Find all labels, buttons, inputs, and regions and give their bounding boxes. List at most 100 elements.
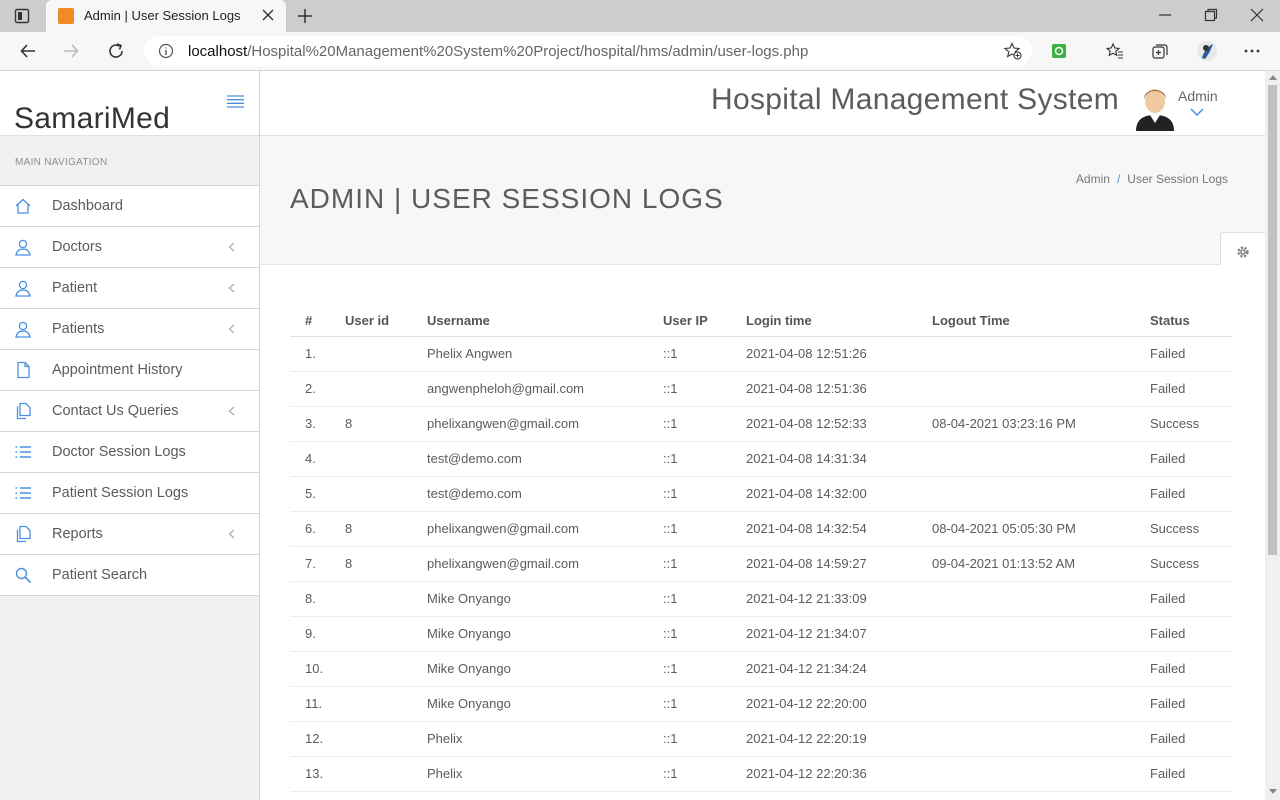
sidebar-item-label: Reports [52,526,103,542]
window-close-icon[interactable] [1249,7,1265,23]
minimize-icon[interactable] [1157,7,1173,23]
sidebar: SamariMed MAIN NAVIGATION Dashboard Docto… [0,71,260,800]
user-ip-cell: ::1 [663,511,746,547]
status-cell: Failed [1150,756,1232,792]
logout-time-cell [932,581,1150,617]
username-cell: test@demo.com [427,476,663,512]
extension-icon[interactable] [1050,42,1068,60]
column-header: User IP [663,306,746,337]
sidebar-item-dashboard[interactable]: Dashboard [0,186,259,227]
app-viewport: SamariMed MAIN NAVIGATION Dashboard Docto… [0,71,1265,800]
username-cell: Phelix [427,721,663,757]
sidebar-item-label: Dashboard [52,198,123,214]
address-bar[interactable]: localhost/Hospital%20Management%20System… [144,36,1032,66]
column-header: Status [1150,306,1232,337]
user-id-cell: 8 [345,406,427,442]
files-icon [16,402,31,420]
user-ip-cell: ::1 [663,756,746,792]
row-number-cell: 1. [290,336,345,372]
user-id-cell [345,371,427,407]
admin-user-label[interactable]: Admin [1178,88,1218,104]
search-icon [15,567,32,584]
user-id-cell [345,441,427,477]
user-id-cell [345,616,427,652]
browser-toolbar: localhost/Hospital%20Management%20System… [0,32,1280,71]
favorites-icon[interactable] [1106,42,1124,60]
system-title: Hospital Management System [711,83,1119,116]
username-cell: Mike Onyango [427,651,663,687]
user-ip-cell: ::1 [663,441,746,477]
tab-title: Admin | User Session Logs [84,8,241,23]
sidebar-item-doctors[interactable]: Doctors [0,227,259,268]
refresh-icon[interactable] [107,42,125,60]
tab-actions-icon[interactable] [14,8,30,24]
login-time-cell: 2021-04-08 14:32:54 [746,511,932,547]
forward-arrow-icon[interactable] [62,42,80,60]
back-arrow-icon[interactable] [19,42,37,60]
menu-toggle-icon[interactable] [227,95,244,108]
more-options-icon[interactable] [1243,42,1261,60]
scrollbar-thumb[interactable] [1268,85,1277,555]
sidebar-item-patient-session-logs[interactable]: Patient Session Logs [0,473,259,514]
url-text[interactable]: localhost/Hospital%20Management%20System… [188,43,808,60]
logout-time-cell [932,616,1150,652]
scroll-down-arrow-icon[interactable] [1269,789,1277,794]
sidebar-item-patients[interactable]: Patients [0,309,259,350]
sidebar-item-patient[interactable]: Patient [0,268,259,309]
sidebar-item-contact-us-queries[interactable]: Contact Us Queries [0,391,259,432]
login-time-cell: 2021-04-08 12:51:26 [746,336,932,372]
new-tab-icon[interactable] [296,7,314,25]
column-header: User id [345,306,427,337]
user-ip-cell: ::1 [663,616,746,652]
scroll-up-arrow-icon[interactable] [1269,75,1277,80]
profile-avatar-icon[interactable] [1196,40,1218,62]
browser-tab-strip: Admin | User Session Logs [0,0,1280,32]
user-avatar-icon[interactable] [1134,81,1176,131]
row-number-cell: 12. [290,721,345,757]
sidebar-item-label: Patients [52,321,105,337]
chevron-down-icon[interactable] [1190,108,1204,116]
breadcrumb-admin[interactable]: Admin [1076,172,1110,186]
user-ip-cell: ::1 [663,546,746,582]
user-id-cell [345,651,427,687]
sidebar-item-patient-search[interactable]: Patient Search [0,555,259,596]
sidebar-item-label: Doctors [52,239,102,255]
user-ip-cell: ::1 [663,581,746,617]
logout-time-cell [932,441,1150,477]
row-number-cell: 9. [290,616,345,652]
page-header: ADMIN | USER SESSION LOGS Admin / User Ses… [260,136,1265,272]
sidebar-item-appointment-history[interactable]: Appointment History [0,350,259,391]
add-favorite-icon[interactable] [1004,42,1022,60]
sidebar-item-reports[interactable]: Reports [0,514,259,555]
browser-tab-active[interactable]: Admin | User Session Logs [46,0,286,32]
brand-logo-text[interactable]: SamariMed [14,102,170,136]
user-id-cell: 8 [345,511,427,547]
info-icon[interactable] [158,43,174,59]
status-cell: Failed [1150,616,1232,652]
home-icon [15,198,31,214]
top-header: Hospital Management System Admin [260,71,1265,136]
login-time-cell: 2021-04-08 14:31:34 [746,441,932,477]
logout-time-cell: 09-04-2021 01:13:52 AM [932,546,1150,582]
column-header: Username [427,306,663,337]
close-icon[interactable] [260,7,276,23]
login-time-cell: 2021-04-12 21:34:24 [746,651,932,687]
row-number-cell: 7. [290,546,345,582]
collections-icon[interactable] [1151,42,1169,60]
table-row: 4. test@demo.com::1 2021-04-08 14:31:34 Fai… [290,441,1232,477]
username-cell: phelixangwen@gmail.com [427,546,663,582]
page-scrollbar[interactable] [1265,71,1280,800]
nav-section-header: MAIN NAVIGATION [15,157,108,168]
restore-icon[interactable] [1203,7,1219,23]
brand-area: SamariMed [0,71,259,136]
user-ip-cell: ::1 [663,686,746,722]
username-cell: Phelix [427,756,663,792]
status-cell: Failed [1150,441,1232,477]
table-header-row: # User id Username User IP Login time Lo… [290,306,1232,337]
login-time-cell: 2021-04-08 12:51:36 [746,371,932,407]
sidebar-item-doctor-session-logs[interactable]: Doctor Session Logs [0,432,259,473]
table-row: 10. Mike Onyango::1 2021-04-12 21:34:24 Fai… [290,651,1232,687]
table-row: 12. Phelix::1 2021-04-12 22:20:19 Failed [290,721,1232,757]
logout-time-cell [932,756,1150,792]
status-cell: Failed [1150,581,1232,617]
